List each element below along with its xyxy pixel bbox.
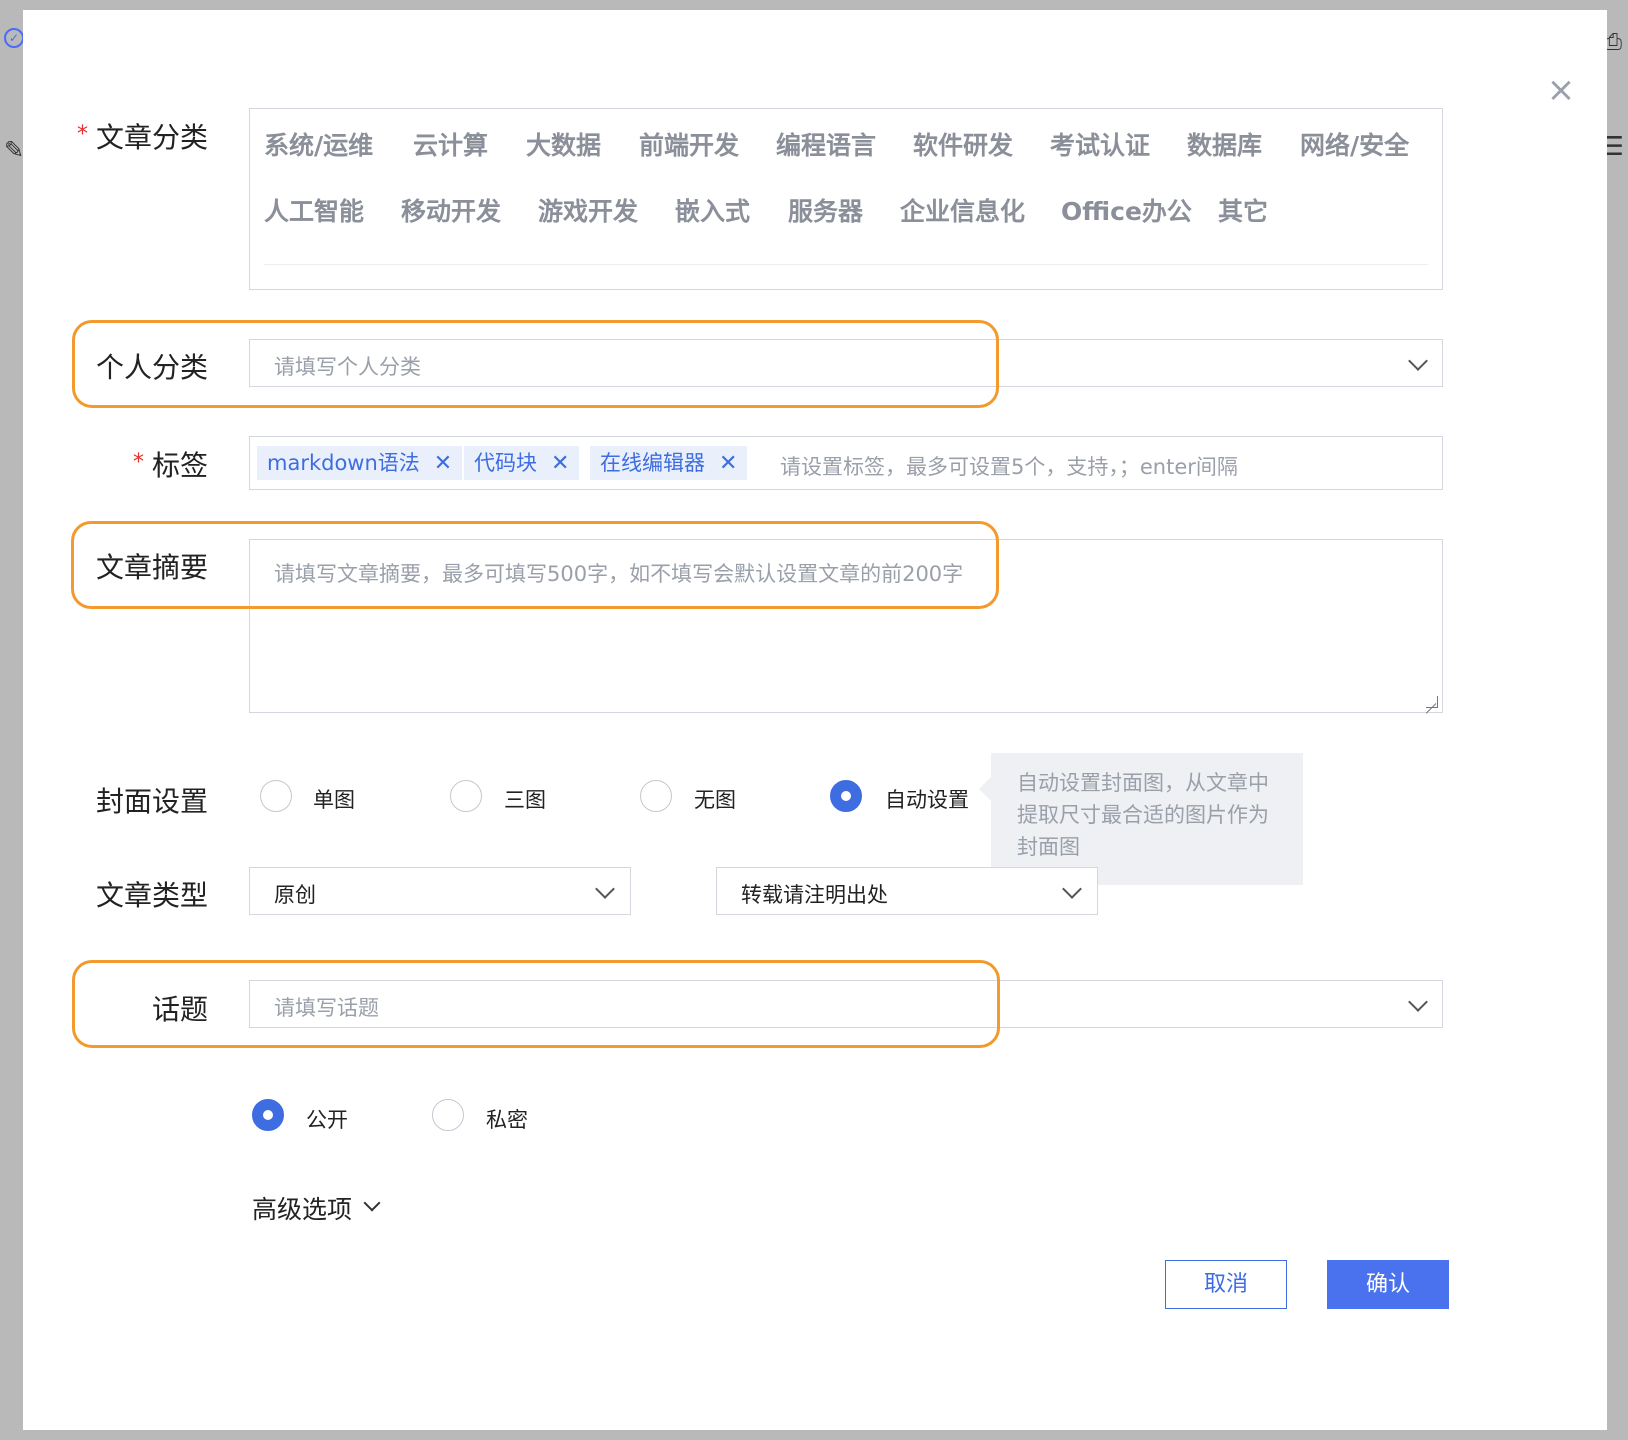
summary-label: 文章摘要 xyxy=(95,551,208,584)
visibility-label[interactable]: 私密 xyxy=(486,1104,528,1134)
confirm-button[interactable]: 确认 xyxy=(1327,1260,1449,1309)
chevron-down-icon xyxy=(1062,879,1082,899)
cover-option-label[interactable]: 三图 xyxy=(504,784,546,814)
document-icon: ⎙ xyxy=(1604,30,1622,55)
category-label: * 文章分类 xyxy=(23,116,208,156)
chevron-down-icon xyxy=(1408,992,1428,1012)
tag-chip-label: 代码块 xyxy=(474,451,537,475)
publish-settings-dialog: × * 文章分类 系统/运维 云计算 大数据 前端开发 编程语言 软件研发 考试认… xyxy=(23,10,1607,1430)
category-option[interactable]: 服务器 xyxy=(788,192,863,228)
category-option[interactable]: 云计算 xyxy=(413,126,488,162)
cover-option-radio[interactable] xyxy=(640,780,672,812)
category-option[interactable]: 考试认证 xyxy=(1050,126,1150,162)
required-mark: * xyxy=(76,122,88,147)
cover-option-label[interactable]: 单图 xyxy=(313,784,355,814)
divider xyxy=(264,264,1428,265)
summary-textarea[interactable]: 请填写文章摘要，最多可填写500字，如不填写会默认设置文章的前200字 xyxy=(249,539,1443,713)
topic-select[interactable]: 请填写话题 xyxy=(249,980,1443,1028)
category-option[interactable]: 企业信息化 xyxy=(900,192,1025,228)
category-option[interactable]: 游戏开发 xyxy=(538,192,638,228)
tags-input[interactable]: markdown语法 ✕ 代码块 ✕ 在线编辑器 ✕ 请设置标签，最多可设置5个，支持… xyxy=(249,436,1443,490)
topic-label: 话题 xyxy=(151,993,208,1026)
category-option[interactable]: 数据库 xyxy=(1187,126,1262,162)
tag-chip: 在线编辑器 ✕ xyxy=(590,446,748,480)
personal-category-placeholder: 请填写个人分类 xyxy=(274,355,421,379)
remove-tag-icon[interactable]: ✕ xyxy=(434,451,452,476)
personal-category-select[interactable]: 请填写个人分类 xyxy=(249,339,1443,387)
category-option[interactable]: 移动开发 xyxy=(401,192,501,228)
cover-option-radio[interactable] xyxy=(450,780,482,812)
tag-chip: markdown语法 ✕ xyxy=(257,446,463,480)
visibility-label[interactable]: 公开 xyxy=(306,1104,348,1134)
category-option[interactable]: 软件研发 xyxy=(913,126,1013,162)
personal-category-label: 个人分类 xyxy=(95,351,208,384)
eraser-icon: ✎ xyxy=(4,136,25,164)
close-icon[interactable]: × xyxy=(1539,68,1583,112)
category-selector: 系统/运维 云计算 大数据 前端开发 编程语言 软件研发 考试认证 数据库 网络… xyxy=(249,108,1443,290)
category-option[interactable]: 其它 xyxy=(1218,192,1268,228)
advanced-options-toggle[interactable]: 高级选项 xyxy=(252,1190,352,1226)
category-option[interactable]: 大数据 xyxy=(526,126,601,162)
category-option[interactable]: 人工智能 xyxy=(264,192,364,228)
cover-label: 封面设置 xyxy=(95,785,208,818)
category-option[interactable]: 系统/运维 xyxy=(264,126,373,162)
tag-chip: 代码块 ✕ xyxy=(464,446,580,480)
article-type-label: 文章类型 xyxy=(95,879,208,912)
cover-tooltip: 自动设置封面图，从文章中提取尺寸最合适的图片作为封面图 xyxy=(979,753,1303,885)
resize-handle[interactable] xyxy=(1426,696,1438,708)
tag-chip-label: 在线编辑器 xyxy=(600,451,705,475)
repost-notice-value: 转载请注明出处 xyxy=(741,883,888,907)
summary-placeholder: 请填写文章摘要，最多可填写500字，如不填写会默认设置文章的前200字 xyxy=(274,562,964,586)
cover-option-label[interactable]: 自动设置 xyxy=(885,784,969,814)
tags-label-text: 标签 xyxy=(151,449,208,482)
category-option[interactable]: Office办公 xyxy=(1061,192,1192,228)
chevron-down-icon xyxy=(1408,351,1428,371)
category-option[interactable]: 前端开发 xyxy=(639,126,739,162)
category-option[interactable]: 网络/安全 xyxy=(1300,126,1409,162)
article-type-value: 原创 xyxy=(274,883,316,907)
visibility-radio[interactable] xyxy=(432,1099,464,1131)
tag-chip-label: markdown语法 xyxy=(267,451,420,475)
remove-tag-icon[interactable]: ✕ xyxy=(551,451,569,476)
cancel-button[interactable]: 取消 xyxy=(1165,1260,1287,1309)
article-type-select[interactable]: 原创 xyxy=(249,867,631,915)
tags-placeholder: 请设置标签，最多可设置5个，支持，；enter间隔 xyxy=(780,455,1238,479)
remove-tag-icon[interactable]: ✕ xyxy=(719,451,737,476)
cover-option-radio[interactable] xyxy=(260,780,292,812)
chevron-down-icon xyxy=(363,1194,381,1212)
cover-option-radio-selected[interactable] xyxy=(830,780,862,812)
category-option[interactable]: 嵌入式 xyxy=(675,192,750,228)
category-option[interactable]: 编程语言 xyxy=(776,126,876,162)
topic-placeholder: 请填写话题 xyxy=(274,996,379,1020)
required-mark: * xyxy=(132,450,144,475)
check-circle-icon: ✓ xyxy=(4,28,24,48)
tags-label: * 标签 xyxy=(23,444,208,484)
repost-notice-select[interactable]: 转载请注明出处 xyxy=(716,867,1098,915)
cover-option-label[interactable]: 无图 xyxy=(694,784,736,814)
chevron-down-icon xyxy=(595,879,615,899)
visibility-radio-selected[interactable] xyxy=(252,1099,284,1131)
category-label-text: 文章分类 xyxy=(95,121,208,154)
